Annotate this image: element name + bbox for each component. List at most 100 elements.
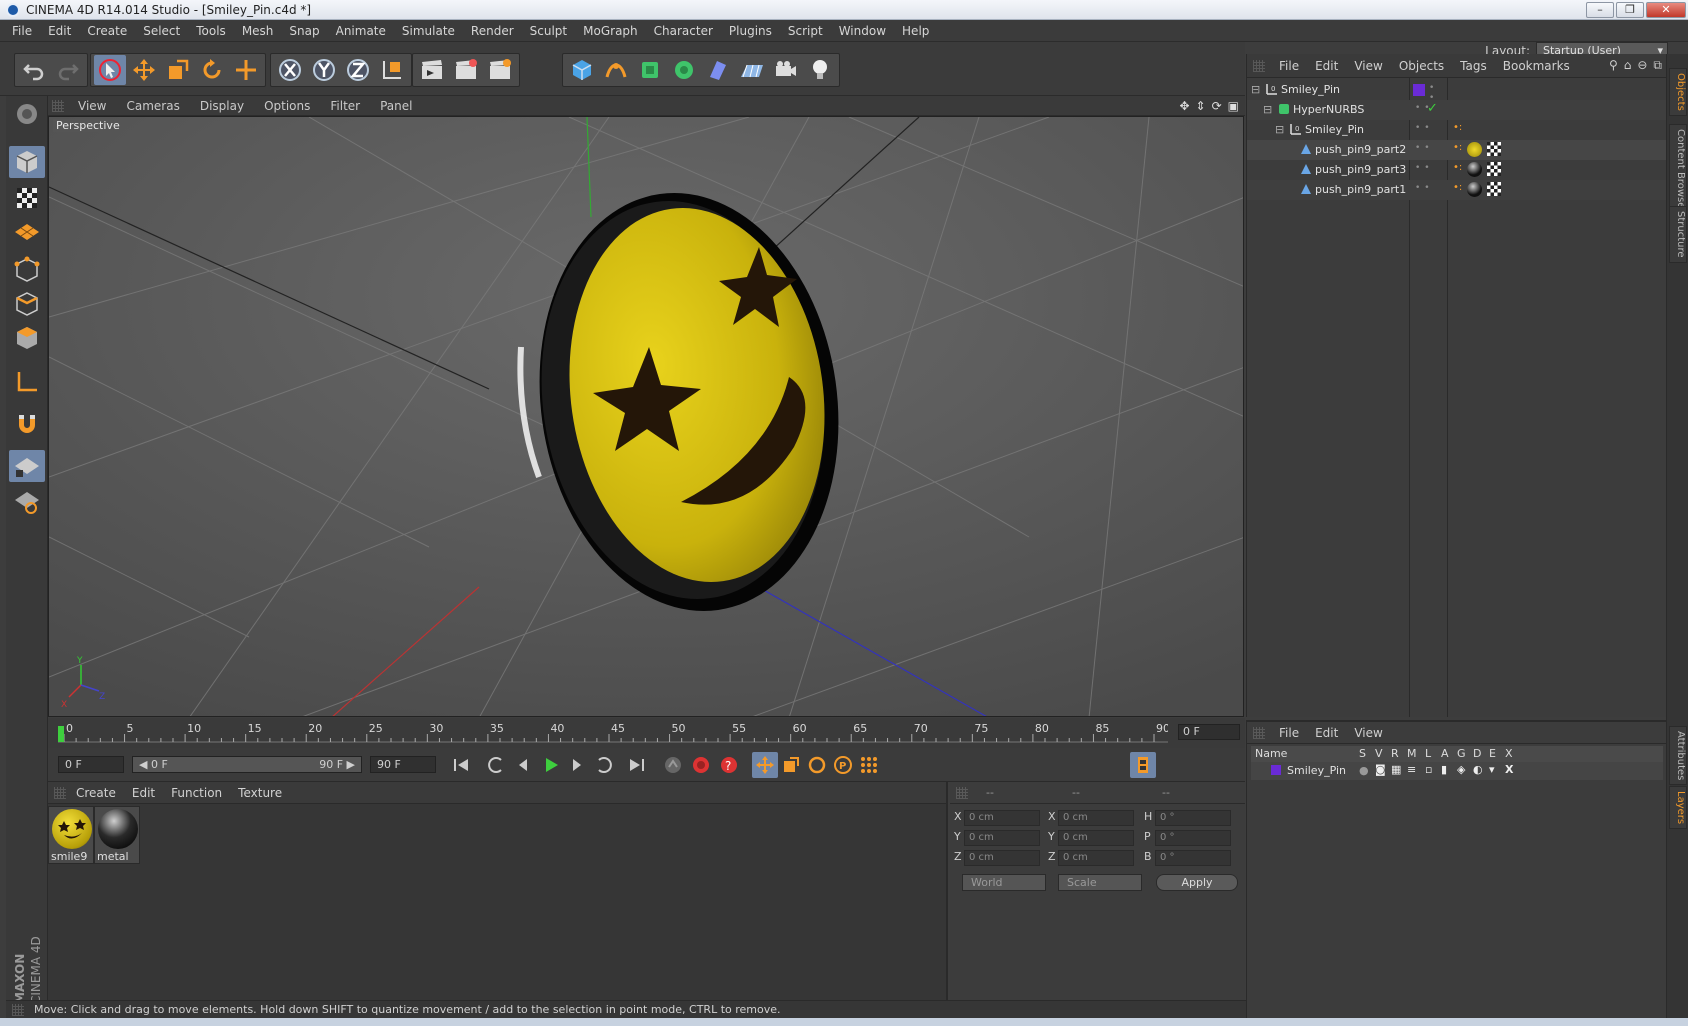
recent-tool-button[interactable] xyxy=(230,55,262,85)
manager-toggle-icon[interactable]: ≡ xyxy=(1407,763,1416,776)
col-animation[interactable]: A xyxy=(1441,747,1449,760)
col-expressions[interactable]: E xyxy=(1489,747,1496,760)
visibility-dots[interactable]: •• xyxy=(1415,183,1434,193)
panel-grip-icon[interactable] xyxy=(1253,727,1265,739)
playhead[interactable] xyxy=(58,726,64,742)
key-rotation-button[interactable] xyxy=(804,752,830,778)
axis-mode-button[interactable] xyxy=(9,366,45,398)
key-parameter-button[interactable]: P xyxy=(830,752,856,778)
material-menu-function[interactable]: Function xyxy=(163,786,230,800)
y-axis-lock-button[interactable] xyxy=(308,55,340,85)
generator-toggle-icon[interactable]: ◈ xyxy=(1457,763,1465,776)
locked-workplane-button[interactable] xyxy=(9,486,45,518)
move-tool-button[interactable] xyxy=(128,55,160,85)
key-pla-button[interactable] xyxy=(856,752,882,778)
menu-create[interactable]: Create xyxy=(79,20,135,42)
panel-grip-icon[interactable] xyxy=(52,100,64,112)
view-toggle-icon[interactable]: ◙ xyxy=(1375,763,1386,776)
visibility-dots[interactable]: •• xyxy=(1415,143,1434,153)
pos-x-field[interactable]: 0 cm xyxy=(964,810,1040,826)
next-key-button[interactable] xyxy=(590,752,616,778)
object-menu-tags[interactable]: Tags xyxy=(1452,59,1495,73)
undo-button[interactable] xyxy=(18,55,50,85)
tab-attributes[interactable]: Attributes xyxy=(1669,726,1687,786)
expression-toggle-icon[interactable]: ▾ xyxy=(1489,763,1495,776)
expand-toggle-icon[interactable]: ⊟ xyxy=(1275,123,1284,136)
model-mode-button[interactable] xyxy=(9,146,45,178)
object-menu-view[interactable]: View xyxy=(1346,59,1390,73)
panel-grip-icon[interactable] xyxy=(1253,60,1265,72)
tab-content-browser[interactable]: Content Browser xyxy=(1669,124,1687,218)
solo-toggle-icon[interactable]: ● xyxy=(1359,764,1369,777)
viewport-menu-view[interactable]: View xyxy=(68,99,116,113)
scale-tool-button[interactable] xyxy=(162,55,194,85)
size-x-field[interactable]: 0 cm xyxy=(1058,810,1134,826)
light-button[interactable] xyxy=(804,55,836,85)
coordinate-system-button[interactable] xyxy=(376,55,408,85)
perspective-viewport[interactable]: Y X Z Perspective xyxy=(48,116,1244,717)
polygons-mode-button[interactable] xyxy=(9,322,45,354)
restore-button[interactable]: ❐ xyxy=(1616,2,1644,18)
col-deformers[interactable]: D xyxy=(1473,747,1481,760)
material-swatch-smile9[interactable]: smile9 xyxy=(48,806,94,864)
layer-row-smiley-pin[interactable]: Smiley_Pin ● ◙ ▦ ≡ ▫ ▮ ◈ ◐ ▾ X xyxy=(1251,762,1663,780)
rot-b-field[interactable]: 0 ° xyxy=(1155,850,1231,866)
next-frame-button[interactable] xyxy=(564,752,590,778)
menu-select[interactable]: Select xyxy=(135,20,188,42)
floor-button[interactable] xyxy=(736,55,768,85)
coordinate-space-dropdown[interactable]: World xyxy=(962,874,1046,891)
object-row-part2[interactable]: push_pin9_part2 •• •: xyxy=(1247,140,1667,160)
size-y-field[interactable]: 0 cm xyxy=(1058,830,1134,846)
new-window-icon[interactable]: ⧉ xyxy=(1653,58,1662,73)
layer-menu-view[interactable]: View xyxy=(1346,726,1390,740)
cube-button[interactable] xyxy=(566,55,598,85)
menu-animate[interactable]: Animate xyxy=(328,20,394,42)
timeline[interactable]: 0 5 10 15 20 25 30 35 40 45 50 55 60 65 70 75 80 85 90 0 F xyxy=(48,718,1245,748)
menu-simulate[interactable]: Simulate xyxy=(394,20,463,42)
col-manager[interactable]: M xyxy=(1407,747,1417,760)
phong-tag-icon[interactable]: •: xyxy=(1453,142,1462,153)
material-tag-metal[interactable] xyxy=(1467,162,1482,177)
object-row-smiley-pin-child[interactable]: ⊟ 0 Smiley_Pin •• •: xyxy=(1247,120,1667,140)
texture-tag-icon[interactable] xyxy=(1487,142,1501,156)
toggle-view-icon[interactable]: ▣ xyxy=(1228,99,1239,113)
render-settings-button[interactable] xyxy=(484,55,516,85)
material-menu-edit[interactable]: Edit xyxy=(124,786,163,800)
render-view-button[interactable] xyxy=(416,55,448,85)
keyframe-selection-button[interactable]: ? xyxy=(716,752,742,778)
tag-icon[interactable]: •: xyxy=(1453,122,1462,133)
col-generators[interactable]: G xyxy=(1457,747,1466,760)
enabled-check-icon[interactable]: ✓ xyxy=(1427,101,1438,116)
viewport-menu-panel[interactable]: Panel xyxy=(370,99,422,113)
array-button[interactable] xyxy=(668,55,700,85)
size-z-field[interactable]: 0 cm xyxy=(1058,850,1134,866)
panel-grip-icon[interactable] xyxy=(956,786,968,799)
render-picture-viewer-button[interactable] xyxy=(450,55,482,85)
menu-window[interactable]: Window xyxy=(831,20,894,42)
pos-y-field[interactable]: 0 cm xyxy=(964,830,1040,846)
col-render[interactable]: R xyxy=(1391,747,1399,760)
x-axis-lock-button[interactable] xyxy=(274,55,306,85)
menu-edit[interactable]: Edit xyxy=(40,20,79,42)
menu-file[interactable]: File xyxy=(4,20,40,42)
deformer-toggle-icon[interactable]: ◐ xyxy=(1473,763,1483,776)
rot-p-field[interactable]: 0 ° xyxy=(1155,830,1231,846)
start-frame-field[interactable]: 0 F xyxy=(58,756,124,773)
rot-h-field[interactable]: 0 ° xyxy=(1155,810,1231,826)
menu-help[interactable]: Help xyxy=(894,20,937,42)
redo-button[interactable] xyxy=(52,55,84,85)
minimize-button[interactable]: – xyxy=(1586,2,1614,18)
menu-snap[interactable]: Snap xyxy=(281,20,327,42)
object-menu-edit[interactable]: Edit xyxy=(1307,59,1346,73)
texture-tag-icon[interactable] xyxy=(1487,182,1501,196)
object-row-hypernurbs[interactable]: ⊟ HyperNURBS •• ✓ xyxy=(1247,100,1667,120)
autokey-button[interactable] xyxy=(688,752,714,778)
col-locked[interactable]: L xyxy=(1425,747,1431,760)
nurbs-button[interactable] xyxy=(634,55,666,85)
workplane-lock-button[interactable] xyxy=(9,450,45,482)
record-active-button[interactable] xyxy=(660,752,686,778)
tab-objects[interactable]: Objects xyxy=(1669,68,1687,116)
make-editable-button[interactable] xyxy=(9,98,45,130)
points-mode-button[interactable] xyxy=(9,254,45,286)
z-axis-lock-button[interactable] xyxy=(342,55,374,85)
